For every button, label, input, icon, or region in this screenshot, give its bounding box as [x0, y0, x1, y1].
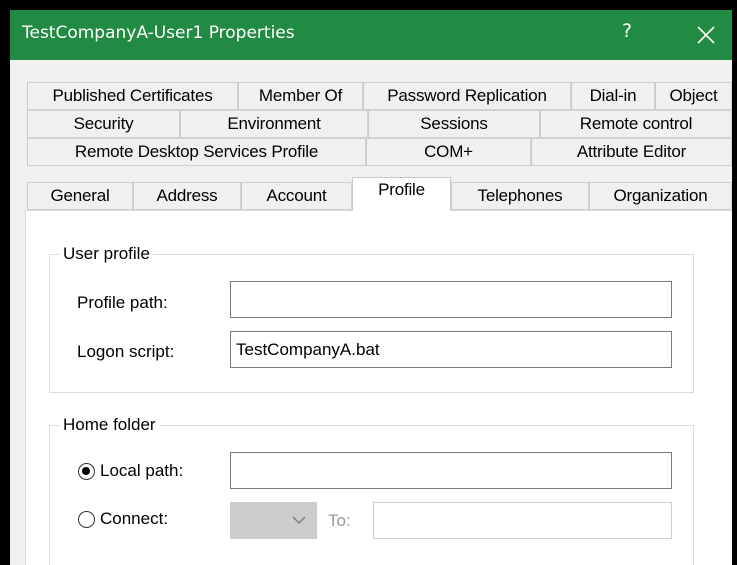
- home-folder-group: Home folder Local path: Connect: To:: [49, 415, 694, 565]
- tab-general[interactable]: General: [27, 182, 133, 210]
- connect-radio[interactable]: [78, 511, 95, 528]
- chevron-down-icon: [292, 516, 306, 524]
- close-button[interactable]: [690, 22, 720, 48]
- tab-object[interactable]: Object: [655, 82, 732, 110]
- profile-path-input[interactable]: [230, 281, 672, 318]
- tab-security[interactable]: Security: [27, 110, 180, 138]
- to-label: To:: [328, 511, 351, 530]
- local-path-label[interactable]: Local path:: [100, 461, 183, 481]
- tab-member-of[interactable]: Member Of: [238, 82, 363, 110]
- tab-organization[interactable]: Organization: [589, 182, 732, 210]
- window-title: TestCompanyA-User1 Properties: [22, 23, 295, 43]
- close-icon: [697, 26, 715, 44]
- local-path-input[interactable]: [230, 452, 672, 489]
- profile-path-label: Profile path:: [77, 293, 168, 312]
- profile-tab-panel: User profile Profile path: Logon script:…: [25, 210, 732, 565]
- local-path-radio[interactable]: [78, 463, 95, 480]
- connect-label[interactable]: Connect:: [100, 509, 168, 529]
- properties-dialog: TestCompanyA-User1 Properties ? Publishe…: [10, 10, 732, 565]
- title-bar: TestCompanyA-User1 Properties ?: [10, 10, 732, 60]
- connect-to-input[interactable]: [373, 502, 672, 539]
- tab-dial-in[interactable]: Dial-in: [571, 82, 655, 110]
- tab-attribute-editor[interactable]: Attribute Editor: [531, 138, 732, 166]
- tab-account[interactable]: Account: [241, 182, 352, 210]
- help-button[interactable]: ?: [607, 20, 647, 42]
- home-folder-legend: Home folder: [60, 415, 159, 435]
- tab-address[interactable]: Address: [133, 182, 241, 210]
- logon-script-input[interactable]: [230, 331, 672, 368]
- radio-selected-dot: [82, 467, 90, 475]
- logon-script-label: Logon script:: [77, 342, 175, 361]
- tab-password-replication[interactable]: Password Replication: [363, 82, 571, 110]
- tab-environment[interactable]: Environment: [180, 110, 368, 138]
- tab-com-plus[interactable]: COM+: [366, 138, 531, 166]
- tab-remote-control[interactable]: Remote control: [540, 110, 732, 138]
- tab-sessions[interactable]: Sessions: [368, 110, 540, 138]
- drive-letter-dropdown[interactable]: [230, 502, 317, 539]
- tab-profile[interactable]: Profile: [352, 177, 451, 211]
- tab-published-certificates[interactable]: Published Certificates: [27, 82, 238, 110]
- tab-telephones[interactable]: Telephones: [451, 182, 589, 210]
- tab-remote-desktop-services-profile[interactable]: Remote Desktop Services Profile: [27, 138, 366, 166]
- user-profile-group: User profile Profile path: Logon script:: [49, 244, 694, 393]
- user-profile-legend: User profile: [60, 244, 153, 264]
